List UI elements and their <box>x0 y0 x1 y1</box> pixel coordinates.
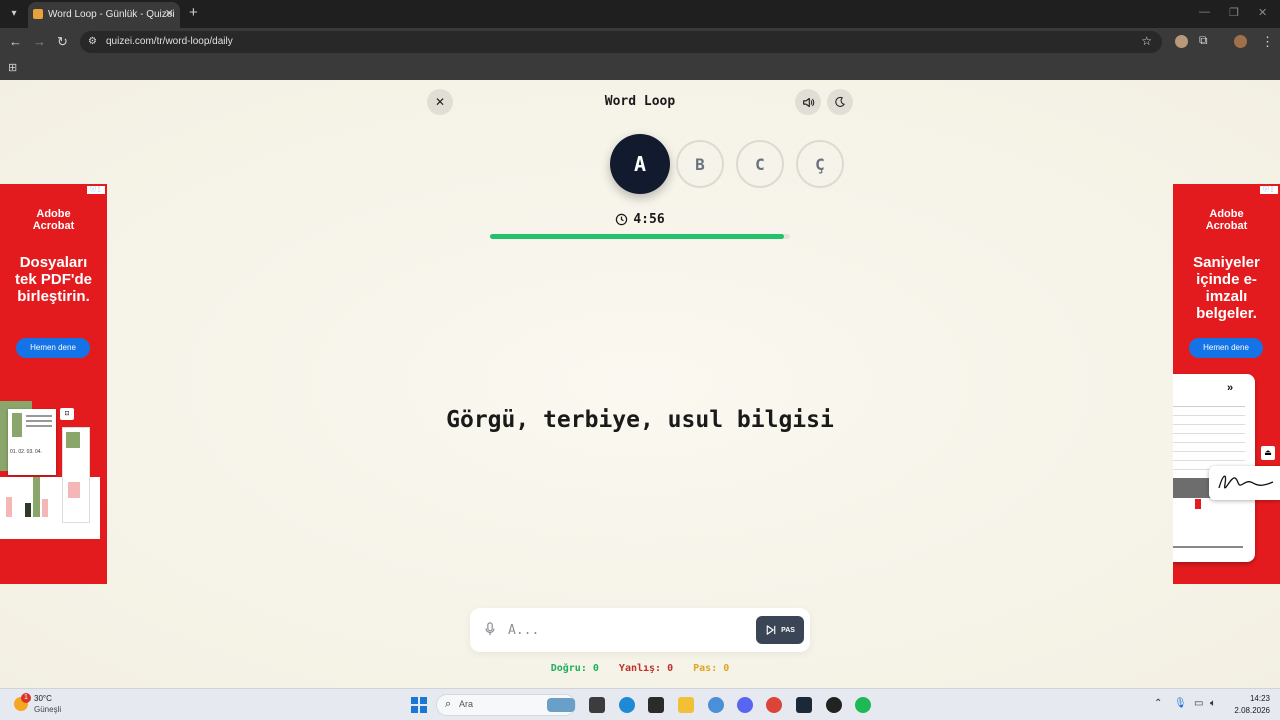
tab-search-icon[interactable]: ▾ <box>6 6 22 22</box>
right-ad-banner[interactable]: ⓘ⋮ Adobe Acrobat Saniyeler içinde e-imza… <box>1173 184 1280 584</box>
extension-icon[interactable] <box>1175 35 1188 48</box>
letter-c-cedilla[interactable]: Ç <box>796 140 844 188</box>
timer-value: 4:56 <box>633 211 665 227</box>
network-tray-icon[interactable]: ▭ <box>1194 698 1203 709</box>
clock-date[interactable]: 2.08.2026 <box>1228 706 1270 715</box>
weather-badge: 1 <box>21 693 31 703</box>
tray-overflow-icon[interactable]: ⌃ <box>1154 698 1162 709</box>
letter-b[interactable]: B <box>676 140 724 188</box>
extensions-puzzle-icon[interactable]: ⧉ <box>1199 33 1208 48</box>
letter-a[interactable]: A <box>610 134 670 194</box>
ad-info-icon[interactable]: ⓘ⋮ <box>1260 186 1278 194</box>
ad-signature-card <box>1209 466 1280 500</box>
minimize-icon[interactable]: — <box>1199 6 1210 18</box>
site-info-icon[interactable]: ⚙ <box>88 36 97 47</box>
spotify-icon[interactable] <box>855 697 871 713</box>
microphone-icon[interactable] <box>484 622 496 636</box>
close-icon: ✕ <box>434 95 446 109</box>
back-icon[interactable]: ← <box>9 34 22 49</box>
ad-cta-button[interactable]: Hemen dene <box>1189 338 1263 358</box>
site-favicon-icon <box>33 9 43 19</box>
answer-box: PAS <box>470 608 810 652</box>
tab-close-icon[interactable]: ✕ <box>165 7 174 20</box>
ad-brand: Adobe Acrobat <box>32 208 75 232</box>
taskbar-search-text: Ara <box>459 699 474 709</box>
terminal-icon[interactable] <box>648 697 664 713</box>
time-progress-fill <box>490 234 784 239</box>
pass-count: Pas: 0 <box>693 663 730 674</box>
edge-browser-icon[interactable] <box>619 697 635 713</box>
clue-text: Görgü, terbiye, usul bilgisi <box>446 407 834 433</box>
pass-button-label: PAS <box>781 626 795 634</box>
apps-grid-icon[interactable]: ⊞ <box>8 61 17 74</box>
answer-input[interactable] <box>508 618 708 642</box>
letter-c[interactable]: C <box>736 140 784 188</box>
weather-temperature[interactable]: 30°C <box>34 694 52 703</box>
search-highlight-icon <box>547 698 575 712</box>
clock-icon <box>616 213 628 225</box>
left-ad-banner[interactable]: ⓘ⋮ Adobe Acrobat Dosyaları tek PDF'de bi… <box>0 184 107 584</box>
skip-icon <box>766 625 776 635</box>
address-bar[interactable]: ⚙ quizei.com/tr/word-loop/daily ☆ <box>80 31 1162 53</box>
moon-icon <box>835 96 845 107</box>
bookmark-bar: ⊞ <box>0 56 1280 80</box>
ad-signed-document-illustration: » ⏏ <box>1173 374 1280 564</box>
network-app-icon[interactable] <box>708 697 724 713</box>
browser-menu-icon[interactable]: ⋮ <box>1261 34 1274 50</box>
task-view-icon[interactable] <box>589 697 605 713</box>
windows-start-icon[interactable] <box>411 697 427 713</box>
microphone-tray-icon[interactable]: 🎙︎ <box>1174 698 1187 709</box>
sound-toggle-button[interactable] <box>795 89 821 115</box>
window-close-icon[interactable]: ✕ <box>1258 6 1267 19</box>
bookmark-star-icon[interactable]: ☆ <box>1141 34 1152 48</box>
correct-count: Doğru: 0 <box>550 663 599 674</box>
ad-headline: Dosyaları tek PDF'de birleştirin. <box>15 254 92 305</box>
reload-icon[interactable]: ↻ <box>57 34 68 50</box>
browser-tab-bar: ▾ Word Loop - Günlük - Quizei ✕ + — ❐ ✕ <box>0 0 1280 28</box>
discord-icon[interactable] <box>737 697 753 713</box>
tab-title: Word Loop - Günlük - Quizei <box>48 9 175 20</box>
speaker-icon <box>802 97 814 107</box>
ad-lock-icon: ⏏ <box>1261 446 1275 460</box>
browser-toolbar: ← → ↻ ⚙ quizei.com/tr/word-loop/daily ☆ … <box>0 28 1280 56</box>
ad-badge-icon: ⊡ <box>60 408 74 420</box>
new-tab-icon[interactable]: + <box>189 4 198 21</box>
close-game-button[interactable]: ✕ <box>427 89 453 115</box>
wrong-count: Yanlış: 0 <box>618 663 674 674</box>
ad-brand: Adobe Acrobat <box>1205 208 1248 232</box>
forward-icon[interactable]: → <box>33 34 46 49</box>
profile-avatar-icon[interactable] <box>1234 35 1247 48</box>
clock-time[interactable]: 14:23 <box>1240 694 1270 703</box>
ad-documents-illustration: 01. 02. 03. 04. ⊡ <box>0 399 100 539</box>
game-title: Word Loop <box>604 94 676 109</box>
timer: 4:56 <box>600 210 680 228</box>
restore-icon[interactable]: ❐ <box>1229 6 1239 19</box>
ad-cta-button[interactable]: Hemen dene <box>16 338 90 358</box>
taskbar-search[interactable]: ⌕ Ara <box>436 694 576 716</box>
url-text[interactable]: quizei.com/tr/word-loop/daily <box>106 36 233 47</box>
file-explorer-icon[interactable] <box>678 697 694 713</box>
pass-button[interactable]: PAS <box>756 616 804 644</box>
ad-illustration-text: 01. 02. 03. 04. <box>10 449 42 455</box>
ad-info-icon[interactable]: ⓘ⋮ <box>87 186 105 194</box>
browser-tab[interactable]: Word Loop - Günlük - Quizei ✕ <box>28 2 180 28</box>
search-icon: ⌕ <box>445 698 452 710</box>
volume-tray-icon[interactable]: 🔈︎ <box>1210 698 1216 709</box>
time-progress-bar <box>490 234 790 239</box>
weather-condition[interactable]: Güneşli <box>34 705 61 714</box>
taskbar: 1 30°C Güneşli ⌕ Ara ⌃ 🎙︎ ▭ 🔈︎ 14:23 2.0… <box>0 688 1280 720</box>
media-app-icon[interactable] <box>826 697 842 713</box>
ad-headline: Saniyeler içinde e-imzalı belgeler. <box>1193 254 1260 322</box>
chrome-icon[interactable] <box>766 697 782 713</box>
theme-toggle-button[interactable] <box>827 89 853 115</box>
ad-app-icon: » <box>1227 382 1234 394</box>
game-page: ✕ Word Loop A B C Ç 4:56 Görgü, terbiye,… <box>0 80 1280 688</box>
score-bar: Doğru: 0 Yanlış: 0 Pas: 0 <box>470 663 810 674</box>
steam-icon[interactable] <box>796 697 812 713</box>
